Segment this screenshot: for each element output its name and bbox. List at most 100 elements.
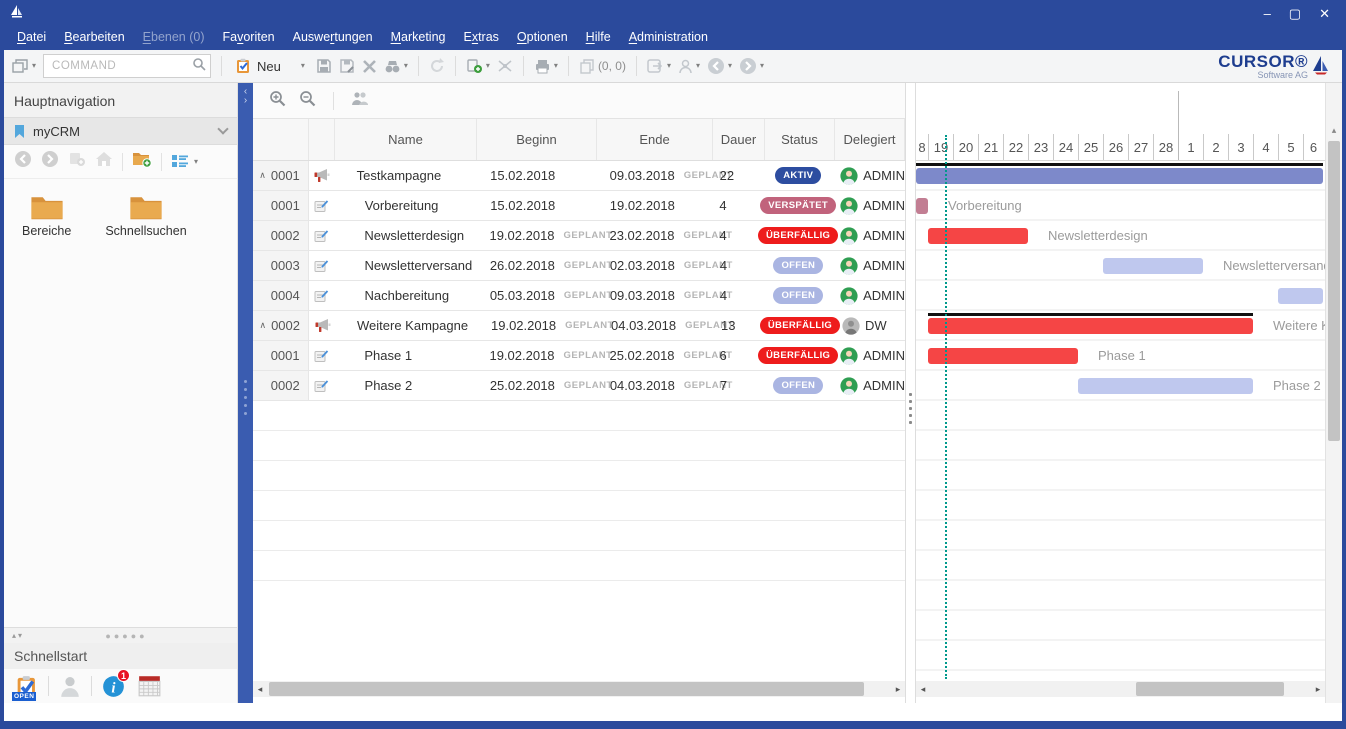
table-row[interactable]: 0003Newsletterversand26.02.2018GEPLANT02… [253, 251, 905, 281]
nav-forward-button[interactable] [41, 150, 59, 173]
nav-back-button[interactable] [14, 150, 32, 173]
nav-forward-button[interactable]: ▾ [739, 57, 764, 75]
column-header-beginn[interactable]: Beginn [477, 119, 597, 160]
delete-button[interactable] [362, 59, 377, 74]
drag-handle[interactable] [244, 380, 247, 415]
scroll-thumb[interactable] [1328, 141, 1340, 441]
table-row[interactable]: 0001Vorbereitung15.02.201819.02.20184VER… [253, 191, 905, 221]
maximize-button[interactable]: ▢ [1289, 0, 1301, 28]
minimize-button[interactable]: – [1264, 0, 1271, 28]
table-row[interactable]: 0001Phase 119.02.2018GEPLANT25.02.2018GE… [253, 341, 905, 371]
print-button[interactable]: ▾ [534, 59, 558, 74]
workspace-selector[interactable]: myCRM [4, 117, 237, 145]
chevron-down-icon[interactable]: ▾ [667, 62, 671, 70]
gantt-bar[interactable] [916, 198, 928, 214]
scroll-thumb[interactable] [1136, 682, 1284, 696]
main-splitter[interactable]: ‹ › [238, 83, 253, 703]
table-row[interactable]: 0002Newsletterdesign19.02.2018GEPLANT23.… [253, 221, 905, 251]
menu-hilfe[interactable]: Hilfe [577, 28, 620, 50]
column-header-name[interactable]: Name [335, 119, 477, 160]
table-gantt-splitter[interactable] [905, 83, 916, 703]
merge-button[interactable] [497, 59, 513, 73]
scroll-thumb[interactable] [269, 682, 864, 696]
add-folder-button[interactable] [132, 150, 152, 173]
chevron-down-icon[interactable]: ▾ [554, 62, 558, 70]
chevron-down-icon[interactable]: ▾ [760, 62, 764, 70]
collapse-down-icon[interactable]: ▾ [18, 631, 22, 640]
command-search-icon[interactable] [192, 57, 206, 76]
nav-back-button[interactable]: ▾ [707, 57, 732, 75]
sidebar-splitter[interactable]: ▴ ▾ ●●●●● [4, 628, 237, 643]
column-header-delegiert[interactable]: Delegiert [835, 119, 905, 160]
gantt-bar-label: Vorbereitung [948, 191, 1022, 221]
menu-favoriten[interactable]: Favoriten [214, 28, 284, 50]
gantt-hscrollbar[interactable]: ◂ ▸ [916, 681, 1325, 697]
search-button[interactable]: ▾ [384, 59, 408, 74]
column-header-ende[interactable]: Ende [597, 119, 713, 160]
close-button[interactable]: ✕ [1319, 0, 1330, 28]
open-tasks-button[interactable]: OPEN [12, 675, 42, 698]
scroll-left-icon[interactable]: ◂ [253, 681, 267, 697]
collapse-up-icon[interactable]: ▴ [12, 631, 16, 640]
menu-datei[interactable]: Datei [8, 28, 55, 50]
gantt-bar[interactable] [1103, 258, 1203, 274]
chevron-down-icon[interactable]: ▾ [404, 62, 408, 70]
copy-add-button[interactable]: ▾ [466, 58, 490, 74]
chevron-down-icon[interactable]: ▾ [301, 62, 305, 70]
menu-administration[interactable]: Administration [620, 28, 717, 50]
column-header-status[interactable]: Status [765, 119, 835, 160]
zoom-out-button[interactable] [299, 90, 316, 112]
gantt-bar[interactable] [928, 348, 1078, 364]
folder-bereiche[interactable]: Bereiche [22, 193, 71, 238]
gantt-vscrollbar[interactable]: ▴ [1325, 83, 1342, 703]
view-mode-button[interactable]: ▾ [171, 154, 198, 169]
drag-handle[interactable]: ●●●●● [24, 631, 229, 641]
table-row[interactable]: 0004Nachbereitung05.03.2018GEPLANT09.03.… [253, 281, 905, 311]
gantt-bar[interactable] [1278, 288, 1323, 304]
menu-marketing[interactable]: Marketing [382, 28, 455, 50]
chevron-down-icon[interactable]: ▾ [696, 62, 700, 70]
collapse-right-icon[interactable]: › [244, 96, 247, 105]
menu-optionen[interactable]: Optionen [508, 28, 577, 50]
menu-ebenen-0[interactable]: Ebenen (0) [134, 28, 214, 50]
resources-button[interactable] [351, 91, 369, 111]
save-button[interactable] [316, 58, 332, 74]
folder-schnellsuchen[interactable]: Schnellsuchen [105, 193, 186, 238]
row-status: OFFEN [764, 287, 834, 304]
info-button[interactable]: i 1 [98, 675, 128, 698]
scroll-left-icon[interactable]: ◂ [916, 681, 930, 697]
menu-auswertungen[interactable]: Auswertungen [284, 28, 382, 50]
gantt-bar[interactable] [916, 168, 1323, 184]
zoom-in-button[interactable] [269, 90, 286, 112]
gantt-bar-label: Newsletterversand [1223, 251, 1325, 281]
scroll-right-icon[interactable]: ▸ [891, 681, 905, 697]
scroll-up-icon[interactable]: ▴ [1326, 125, 1342, 136]
table-row[interactable]: ∧0001Testkampagne15.02.201809.03.2018GEP… [253, 161, 905, 191]
new-record-button[interactable]: Neu ▾ [232, 56, 309, 76]
export-button[interactable]: ▾ [647, 59, 671, 74]
gantt-bar[interactable] [928, 228, 1028, 244]
home-button[interactable] [95, 151, 113, 172]
refresh-button[interactable] [429, 58, 445, 74]
collapse-icon[interactable]: ∧ [259, 170, 266, 181]
command-input[interactable] [52, 60, 192, 72]
chevron-down-icon[interactable]: ▾ [486, 62, 490, 70]
column-header-dauer[interactable]: Dauer [713, 119, 765, 160]
save-all-button[interactable] [339, 58, 355, 74]
table-hscrollbar[interactable]: ◂ ▸ [253, 681, 905, 697]
copy-level-button[interactable] [68, 151, 86, 172]
table-row[interactable]: 0002Phase 225.02.2018GEPLANT04.03.2018GE… [253, 371, 905, 401]
gantt-bar[interactable] [928, 318, 1253, 334]
contact-person-button[interactable] [55, 675, 85, 698]
menu-extras[interactable]: Extras [454, 28, 507, 50]
scroll-right-icon[interactable]: ▸ [1311, 681, 1325, 697]
user-actions-button[interactable]: ▾ [678, 59, 700, 74]
table-row[interactable]: ∧0002Weitere Kampagne19.02.2018GEPLANT04… [253, 311, 905, 341]
collapse-icon[interactable]: ∧ [259, 320, 266, 331]
calendar-button[interactable] [134, 675, 164, 697]
window-list-button[interactable]: ▾ [12, 59, 36, 74]
chevron-down-icon[interactable]: ▾ [728, 62, 732, 70]
gantt-bar[interactable] [1078, 378, 1253, 394]
menu-bearbeiten[interactable]: Bearbeiten [55, 28, 133, 50]
drag-handle[interactable] [909, 393, 912, 424]
